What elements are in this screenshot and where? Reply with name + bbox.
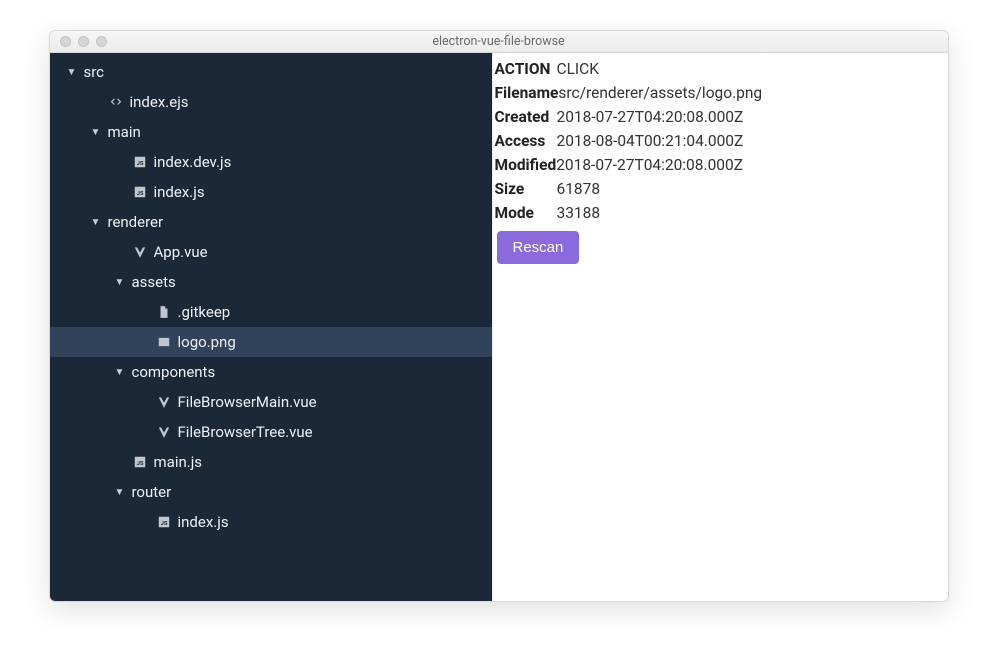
tree-node-label: index.js — [178, 513, 229, 531]
tree-node[interactable]: JS main.js — [50, 447, 492, 477]
chevron-down-icon[interactable]: ▼ — [66, 67, 78, 78]
tree-node[interactable]: ▼ assets — [50, 267, 492, 297]
tree-node[interactable]: ▼ components — [50, 357, 492, 387]
tree-node-label: src — [84, 63, 105, 81]
tree-node[interactable]: .gitkeep — [50, 297, 492, 327]
tree-node-label: assets — [132, 273, 176, 291]
chevron-down-icon[interactable]: ▼ — [114, 277, 126, 288]
detail-value: src/renderer/assets/logo.png — [558, 81, 762, 105]
detail-row: Created2018-07-27T04:20:08.000Z — [495, 105, 948, 129]
detail-key: Filename — [495, 81, 559, 105]
svg-text:JS: JS — [160, 521, 167, 527]
tree-node-label: index.ejs — [130, 93, 189, 111]
detail-value: 2018-08-04T00:21:04.000Z — [557, 129, 744, 153]
detail-key: ACTION — [495, 57, 557, 81]
tree-node-label: index.dev.js — [154, 153, 232, 171]
file-tree: ▼ src index.ejs ▼ main JS index.dev.js JS index.… — [50, 53, 492, 601]
close-icon[interactable] — [60, 36, 71, 47]
tree-node[interactable]: ▼ renderer — [50, 207, 492, 237]
code-icon — [108, 95, 124, 109]
app-window: electron-vue-file-browse ▼ src index.ejs ▼ m… — [49, 30, 949, 602]
detail-row: Modified2018-07-27T04:20:08.000Z — [495, 153, 948, 177]
chevron-down-icon[interactable]: ▼ — [90, 217, 102, 228]
svg-text:JS: JS — [136, 161, 143, 167]
detail-row: ACTIONCLICK — [495, 57, 948, 81]
titlebar: electron-vue-file-browse — [50, 31, 948, 53]
details-panel: ACTIONCLICKFilenamesrc/renderer/assets/l… — [492, 53, 948, 601]
chevron-down-icon[interactable]: ▼ — [114, 487, 126, 498]
rescan-button[interactable]: Rescan — [497, 231, 580, 264]
traffic-lights — [50, 36, 107, 47]
tree-node[interactable]: FileBrowserMain.vue — [50, 387, 492, 417]
content: ▼ src index.ejs ▼ main JS index.dev.js JS index.… — [50, 53, 948, 601]
tree-node[interactable]: FileBrowserTree.vue — [50, 417, 492, 447]
detail-value: 2018-07-27T04:20:08.000Z — [556, 153, 743, 177]
vue-icon — [156, 395, 172, 409]
detail-key: Access — [495, 129, 557, 153]
detail-value: CLICK — [557, 57, 599, 81]
tree-node[interactable]: ▼ router — [50, 477, 492, 507]
tree-node-label: components — [132, 363, 216, 381]
tree-node-label: renderer — [108, 213, 164, 231]
detail-key: Created — [495, 105, 557, 129]
js-icon: JS — [132, 455, 148, 469]
vue-icon — [156, 425, 172, 439]
tree-node[interactable]: App.vue — [50, 237, 492, 267]
svg-text:JS: JS — [136, 461, 143, 467]
file-icon — [156, 305, 172, 319]
tree-node-label: main.js — [154, 453, 203, 471]
detail-row: Size61878 — [495, 177, 948, 201]
tree-node[interactable]: logo.png — [50, 327, 492, 357]
window-title: electron-vue-file-browse — [50, 34, 948, 49]
detail-row: Mode33188 — [495, 201, 948, 225]
svg-text:JS: JS — [136, 191, 143, 197]
tree-node-label: main — [108, 123, 141, 141]
js-icon: JS — [156, 515, 172, 529]
detail-value: 61878 — [557, 177, 601, 201]
tree-node[interactable]: ▼ main — [50, 117, 492, 147]
vue-icon — [132, 245, 148, 259]
js-icon: JS — [132, 185, 148, 199]
detail-row: Access2018-08-04T00:21:04.000Z — [495, 129, 948, 153]
tree-node[interactable]: JS index.js — [50, 507, 492, 537]
js-icon: JS — [132, 155, 148, 169]
tree-node-label: .gitkeep — [178, 303, 231, 321]
zoom-icon[interactable] — [96, 36, 107, 47]
tree-node-label: FileBrowserTree.vue — [178, 423, 313, 441]
tree-node[interactable]: JS index.js — [50, 177, 492, 207]
tree-node-label: index.js — [154, 183, 205, 201]
detail-value: 33188 — [557, 201, 601, 225]
detail-key: Mode — [495, 201, 557, 225]
detail-row: Filenamesrc/renderer/assets/logo.png — [495, 81, 948, 105]
detail-key: Modified — [495, 153, 557, 177]
tree-node[interactable]: ▼ src — [50, 57, 492, 87]
tree-node-label: router — [132, 483, 172, 501]
tree-node-label: logo.png — [178, 333, 236, 351]
tree-node-label: FileBrowserMain.vue — [178, 393, 317, 411]
detail-value: 2018-07-27T04:20:08.000Z — [557, 105, 744, 129]
tree-node-label: App.vue — [154, 243, 208, 261]
detail-key: Size — [495, 177, 557, 201]
minimize-icon[interactable] — [78, 36, 89, 47]
tree-node[interactable]: JS index.dev.js — [50, 147, 492, 177]
tree-node[interactable]: index.ejs — [50, 87, 492, 117]
chevron-down-icon[interactable]: ▼ — [90, 127, 102, 138]
image-icon — [156, 335, 172, 349]
chevron-down-icon[interactable]: ▼ — [114, 367, 126, 378]
